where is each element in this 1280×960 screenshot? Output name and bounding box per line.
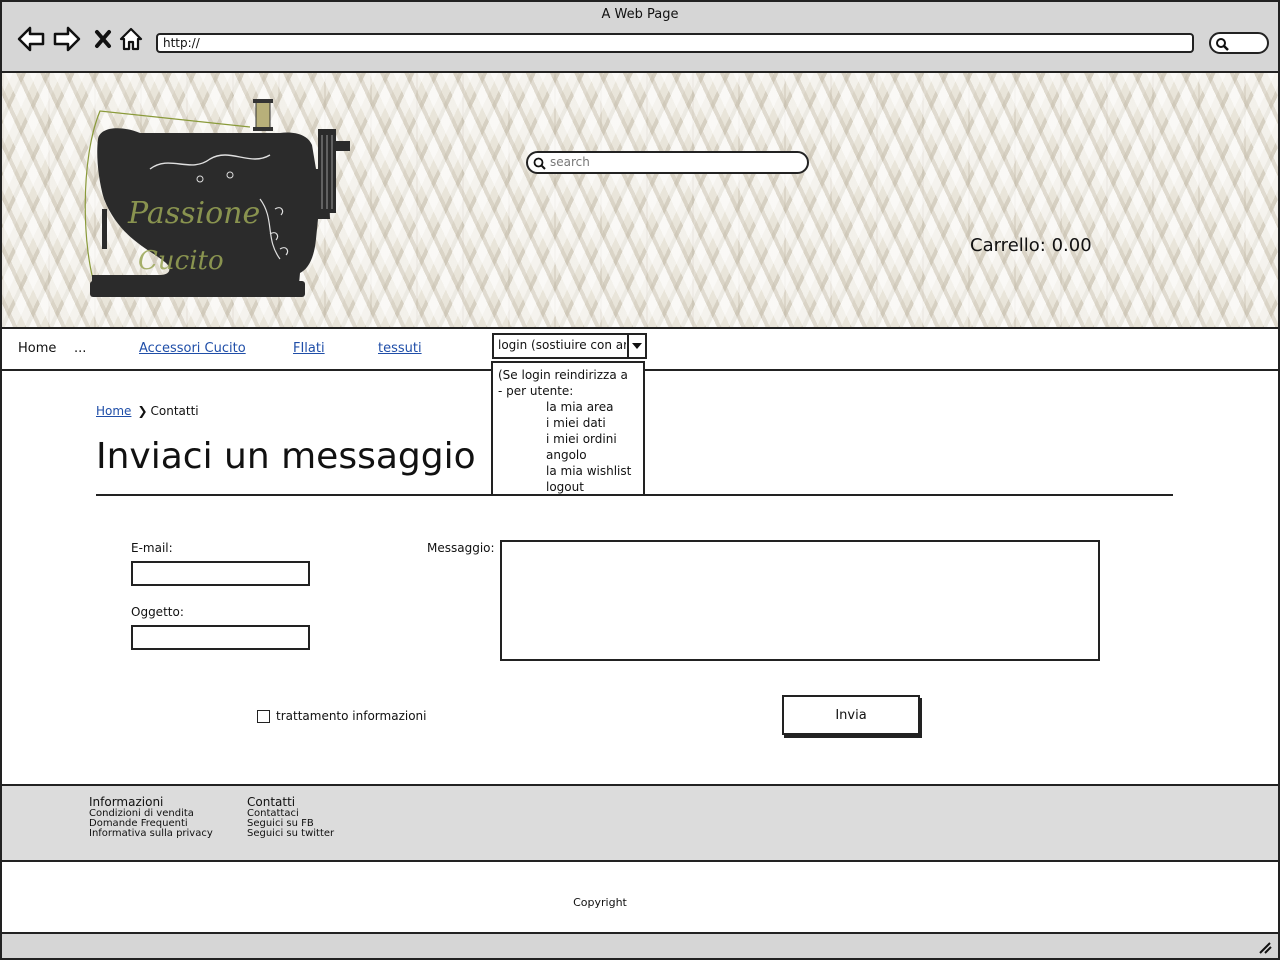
breadcrumb-current: Contatti [150,404,199,418]
nav-item-filati[interactable]: FIlati [293,341,325,356]
login-select-value: login (sostiuire con area [498,338,626,352]
nav-item-tessuti[interactable]: tessuti [378,341,422,356]
url-input[interactable]: http:// [156,33,1194,53]
menu-item-la-mia-area[interactable]: la mia area [498,399,638,415]
breadcrumb: Home ❯ Contatti [96,404,199,418]
dropdown-note: - per utente: [498,384,574,398]
login-dropdown-menu: (Se login reindirizza a - per utente: la… [491,361,645,496]
subject-label: Oggetto: [131,605,184,619]
footer-col-contatti: Contatti Contattaci Seguici su FB Seguic… [247,796,334,839]
site-search-input[interactable]: search [526,151,809,174]
send-button[interactable]: Invia [782,695,920,735]
browser-status-bar [0,932,1280,960]
footer-col-informazioni: Informazioni Condizioni di vendita Doman… [89,796,213,839]
menu-item-angolo[interactable]: angolo [498,447,638,463]
privacy-checkbox[interactable] [257,710,270,723]
browser-search-input[interactable] [1209,32,1269,54]
search-icon [533,157,546,170]
forward-icon[interactable] [52,24,82,54]
search-placeholder: search [550,155,590,169]
page-title: Inviaci un messaggio [96,436,476,477]
footer-link-privacy[interactable]: Informativa sulla privacy [89,829,213,839]
window-title: A Web Page [601,7,679,22]
cart-total[interactable]: Carrello: 0.00 [970,235,1092,256]
privacy-checkbox-label[interactable]: trattamento informazioni [276,709,426,723]
breadcrumb-home[interactable]: Home [96,404,131,418]
dropdown-note: (Se login reindirizza a [498,368,628,382]
nav-item-more[interactable]: ... [74,341,86,356]
nav-item-home[interactable]: Home [18,341,56,356]
nav-item-accessori-cucito[interactable]: Accessori Cucito [139,341,246,356]
message-label: Messaggio: [427,541,495,555]
chevron-right-icon: ❯ [137,404,148,418]
subject-field[interactable] [131,625,310,650]
email-label: E-mail: [131,541,173,555]
back-icon[interactable] [16,24,46,54]
chevron-down-icon[interactable] [627,335,645,357]
resize-grip-icon[interactable] [1256,940,1272,954]
footer: Informazioni Condizioni di vendita Doman… [2,784,1278,862]
message-textarea[interactable] [500,540,1100,661]
header-banner: Passione Cucito search Carrello: 0.00 [2,73,1278,327]
email-field[interactable] [131,561,310,586]
menu-item-i-miei-dati[interactable]: i miei dati [498,415,638,431]
copyright: Copyright [573,896,627,909]
menu-item-logout[interactable]: logout [498,479,638,494]
sewing-machine-logo[interactable]: Passione Cucito [80,98,352,303]
footer-link-twitter[interactable]: Seguici su twitter [247,829,334,839]
home-icon[interactable] [116,24,146,54]
menu-item-i-miei-ordini[interactable]: i miei ordini [498,431,638,447]
search-icon [1216,38,1229,51]
logo-text-line2: Cucito [138,246,224,276]
menu-item-wishlist[interactable]: la mia wishlist [498,463,638,479]
stop-icon[interactable] [88,24,118,54]
browser-chrome: A Web Page http:// [0,0,1280,73]
logo-text-line1: Passione [127,196,260,231]
login-select[interactable]: login (sostiuire con area [492,333,647,359]
